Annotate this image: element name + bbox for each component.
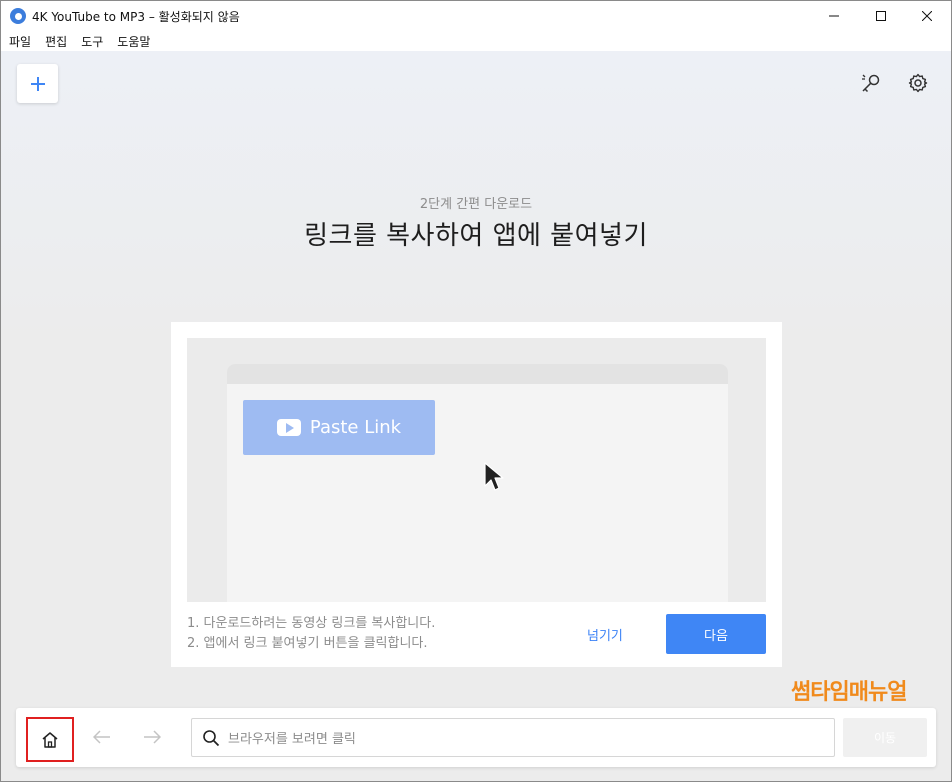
onboarding-card: Paste Link 1. 다운로드하려는 동영상 링크를 복사합니다. 2. … [171, 322, 782, 667]
menu-bar: 파일 편집 도구 도움말 [1, 31, 951, 51]
license-key-button[interactable] [859, 71, 883, 95]
menu-edit[interactable]: 편집 [45, 33, 67, 50]
gear-icon [908, 73, 928, 93]
step-1: 1. 다운로드하려는 동영상 링크를 복사합니다. [187, 616, 436, 631]
back-button[interactable] [91, 726, 113, 748]
minimize-button[interactable] [811, 1, 857, 31]
home-button[interactable] [26, 717, 74, 762]
watermark-text: 썸타임매뉴얼 [791, 680, 907, 705]
close-button[interactable] [904, 1, 950, 31]
maximize-button[interactable] [858, 1, 904, 31]
key-icon [862, 74, 880, 93]
onboarding-subtitle: 2단계 간편 다운로드 [419, 197, 533, 212]
arrow-left-icon [93, 730, 110, 744]
maximize-icon [876, 11, 886, 21]
arrow-right-icon [144, 730, 161, 744]
forward-button[interactable] [141, 726, 163, 748]
search-icon [203, 729, 220, 746]
menu-tools[interactable]: 도구 [81, 33, 103, 50]
demo-paste-link-label: Paste Link [309, 417, 402, 438]
plus-icon [30, 76, 45, 91]
menu-file[interactable]: 파일 [9, 33, 31, 50]
search-placeholder: 브라우저를 보려면 클릭 [228, 732, 356, 747]
add-link-button[interactable] [17, 64, 58, 103]
go-button[interactable]: 이동 [843, 718, 927, 757]
skip-link[interactable]: 넘기기 [587, 625, 623, 644]
close-icon [922, 11, 932, 21]
app-logo-icon [10, 8, 26, 24]
next-button[interactable]: 다음 [666, 614, 766, 654]
browser-search-input[interactable]: 브라우저를 보려면 클릭 [191, 718, 835, 757]
demo-illustration: Paste Link [187, 338, 766, 602]
demo-paste-link-button: Paste Link [243, 400, 435, 455]
minimize-icon [829, 15, 839, 17]
step-2: 2. 앱에서 링크 붙여넣기 버튼을 클릭합니다. [187, 636, 428, 651]
demo-browser-bar [227, 364, 728, 384]
onboarding-headline: 링크를 복사하여 앱에 붙여넣기 [304, 221, 648, 251]
title-bar: 4K YouTube to MP3 – 활성화되지 않음 [1, 1, 951, 31]
instruction-steps: 1. 다운로드하려는 동영상 링크를 복사합니다. 2. 앱에서 링크 붙여넣기… [187, 614, 435, 654]
browser-nav-bar: 브라우저를 보려면 클릭 이동 [16, 708, 936, 767]
mouse-cursor-icon [484, 462, 504, 491]
demo-browser-window: Paste Link [227, 364, 728, 602]
home-icon [42, 731, 58, 748]
app-window: 4K YouTube to MP3 – 활성화되지 않음 파일 편집 도구 도움… [0, 0, 952, 782]
settings-button[interactable] [906, 71, 930, 95]
menu-help[interactable]: 도움말 [117, 33, 150, 50]
window-title: 4K YouTube to MP3 – 활성화되지 않음 [32, 10, 240, 24]
youtube-icon [276, 419, 301, 436]
main-area: 2단계 간편 다운로드 링크를 복사하여 앱에 붙여넣기 Paste Link … [1, 51, 951, 707]
